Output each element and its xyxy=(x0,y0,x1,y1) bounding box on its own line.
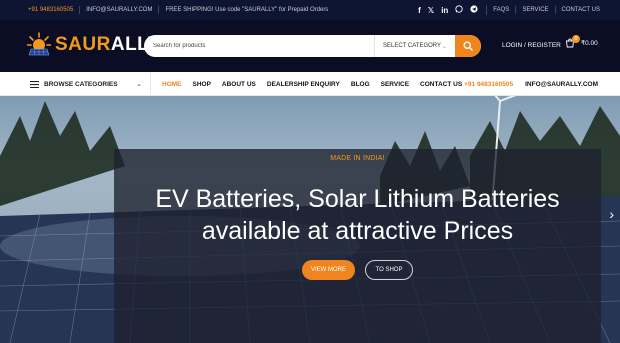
top-phone-link[interactable]: +91 9483160505 xyxy=(28,6,81,14)
service-link[interactable]: SERVICE xyxy=(516,6,556,14)
nav-shop[interactable]: SHOP xyxy=(193,81,211,88)
hero-headline-line2: available at attractive Prices xyxy=(201,217,514,245)
view-more-button[interactable]: VIEW MORE xyxy=(302,260,355,280)
nav-email-link[interactable]: INFO@SAURALLY.COM xyxy=(525,81,598,88)
hero-eyebrow: MADE IN INDIA! xyxy=(330,155,385,162)
cart-total: ₹0.00 xyxy=(581,40,598,47)
cart-count-badge: 0 xyxy=(572,35,580,43)
hero-headline-line1: EV Batteries, Solar Lithium Batteries xyxy=(155,185,560,213)
hero-caption-box: MADE IN INDIA! EV Batteries, Solar Lithi… xyxy=(114,149,601,343)
nav-home[interactable]: HOME xyxy=(162,81,182,88)
hero-buttons: VIEW MORE TO SHOP xyxy=(114,260,601,280)
cart-button[interactable]: 0 ₹0.00 xyxy=(565,35,598,48)
whatsapp-icon[interactable] xyxy=(455,5,463,15)
main-header: SAURALLY SELECT CATEGORY ⌄ LOGIN / REGIS… xyxy=(0,20,620,72)
main-navigation: BROWSE CATEGORIES ⌄ HOME SHOP ABOUT US D… xyxy=(0,72,620,96)
next-slide-arrow-icon[interactable]: › xyxy=(609,206,614,222)
to-shop-button[interactable]: TO SHOP xyxy=(365,260,413,280)
nav-contact-info: +91 9483160505 INFO@SAURALLY.COM xyxy=(464,72,598,96)
nav-about-us[interactable]: ABOUT US xyxy=(222,81,256,88)
chevron-down-icon: ⌄ xyxy=(441,43,447,50)
site-logo[interactable]: SAURALLY xyxy=(27,32,161,58)
contact-us-link[interactable]: CONTACT US xyxy=(556,6,600,14)
nav-dealership-enquiry[interactable]: DEALERSHIP ENQUIRY xyxy=(267,81,340,88)
category-select[interactable]: SELECT CATEGORY ⌄ xyxy=(374,35,455,57)
x-twitter-icon[interactable]: 𝕏 xyxy=(428,6,434,15)
nav-contact-us[interactable]: CONTACT US xyxy=(420,81,462,88)
top-bar-right: f 𝕏 in FAQS SERVICE CONTACT US xyxy=(418,0,600,20)
hero-slider: MADE IN INDIA! EV Batteries, Solar Lithi… xyxy=(0,96,620,343)
search-input[interactable] xyxy=(144,35,374,57)
faqs-link[interactable]: FAQS xyxy=(487,6,517,14)
telegram-icon[interactable] xyxy=(470,5,478,15)
top-bar-left: +91 9483160505 INFO@SAURALLY.COM FREE SH… xyxy=(28,0,334,20)
promo-text: FREE SHIPPING! Use code "SAURALLY" for P… xyxy=(165,7,329,13)
nav-phone-link[interactable]: +91 9483160505 xyxy=(464,81,513,88)
hero-headline: EV Batteries, Solar Lithium Batteries av… xyxy=(114,183,601,247)
browse-categories-label: BROWSE CATEGORIES xyxy=(44,80,118,88)
top-email-link[interactable]: INFO@SAURALLY.COM xyxy=(80,6,160,14)
nav-blog[interactable]: BLOG xyxy=(351,81,370,88)
nav-service[interactable]: SERVICE xyxy=(381,81,409,88)
linkedin-icon[interactable]: in xyxy=(441,6,448,15)
social-links: f 𝕏 in xyxy=(418,5,488,15)
facebook-icon[interactable]: f xyxy=(418,6,421,15)
chevron-down-icon: ⌄ xyxy=(136,81,142,88)
browse-categories-button[interactable]: BROWSE CATEGORIES ⌄ xyxy=(20,72,151,96)
search-icon xyxy=(463,41,473,51)
category-select-label: SELECT CATEGORY xyxy=(383,43,442,49)
login-register-link[interactable]: LOGIN / REGISTER xyxy=(502,42,561,49)
sun-logo-icon xyxy=(27,32,51,56)
menu-items: HOME SHOP ABOUT US DEALERSHIP ENQUIRY BL… xyxy=(162,72,462,96)
top-bar: +91 9483160505 INFO@SAURALLY.COM FREE SH… xyxy=(0,0,620,20)
hamburger-menu-icon xyxy=(30,80,39,88)
search-button[interactable] xyxy=(455,35,481,57)
search-bar: SELECT CATEGORY ⌄ xyxy=(144,35,481,57)
